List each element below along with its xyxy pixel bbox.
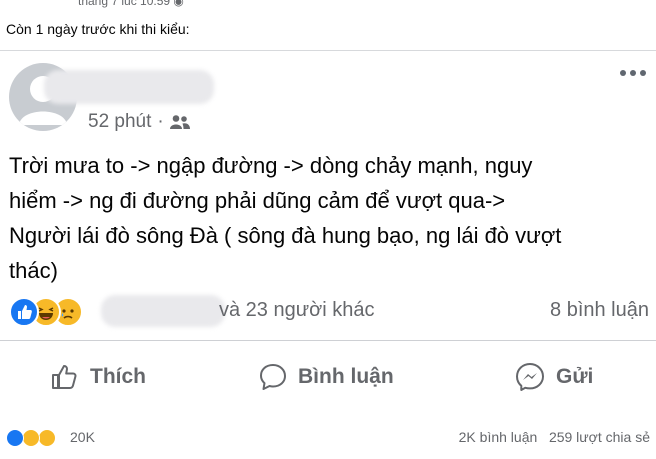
- post-body: Trời mưa to -> ngập đường -> dòng chảy m…: [9, 148, 649, 288]
- like-reaction-icon: [6, 429, 24, 447]
- blurred-reactor-name: [101, 295, 225, 327]
- outer-post-time: tháng 7 lúc 10:59 ◉: [78, 0, 184, 8]
- comment-button-label: Bình luận: [298, 365, 394, 388]
- post-meta: 52 phút ·: [88, 111, 190, 133]
- outer-stats: 2K bình luận 259 lượt chia sẻ: [459, 429, 650, 445]
- outer-share-count[interactable]: 259 lượt chia sẻ: [549, 429, 650, 445]
- haha-reaction-icon: [22, 429, 40, 447]
- post-time[interactable]: 52 phút: [88, 111, 151, 133]
- send-button-label: Gửi: [556, 365, 594, 388]
- outer-post-time-text: tháng 7 lúc 10:59: [78, 0, 171, 8]
- outer-post-caption: Còn 1 ngày trước khi thi kiểu:: [6, 21, 190, 37]
- messenger-icon: [516, 363, 544, 391]
- send-button[interactable]: Gửi: [514, 357, 593, 397]
- blurred-author-name: [44, 70, 214, 104]
- outer-comment-count[interactable]: 2K bình luận: [459, 429, 538, 445]
- comment-icon: [260, 364, 286, 390]
- outer-reaction-count[interactable]: 20K: [70, 429, 95, 445]
- more-options-icon[interactable]: [620, 70, 656, 86]
- globe-icon: ◉: [173, 0, 184, 8]
- sad-reaction-icon: [38, 429, 56, 447]
- like-reaction-icon: [9, 297, 39, 327]
- reactions-others-text[interactable]: và 23 người khác: [219, 299, 374, 322]
- comment-button[interactable]: Bình luận: [258, 357, 394, 397]
- friends-icon: [169, 115, 190, 129]
- post-body-line: thác): [9, 258, 58, 283]
- post-body-line: hiểm -> ng đi đường phải dũng cảm để vượ…: [9, 188, 506, 213]
- post-body-line: Người lái đò sông Đà ( sông đà hung bạo,…: [9, 223, 562, 248]
- thumbs-up-icon: [52, 365, 77, 389]
- reactions-summary[interactable]: và 23 người khác 8 bình luận: [9, 295, 649, 329]
- comment-count[interactable]: 8 bình luận: [550, 299, 649, 322]
- post-body-line: Trời mưa to -> ngập đường -> dòng chảy m…: [9, 153, 533, 178]
- actions-divider: [0, 340, 656, 341]
- like-button-label: Thích: [90, 365, 146, 388]
- outer-reaction-bar: 20K 2K bình luận 259 lượt chia sẻ: [0, 415, 656, 459]
- card-top-border: [0, 50, 656, 51]
- like-button[interactable]: Thích: [50, 357, 146, 397]
